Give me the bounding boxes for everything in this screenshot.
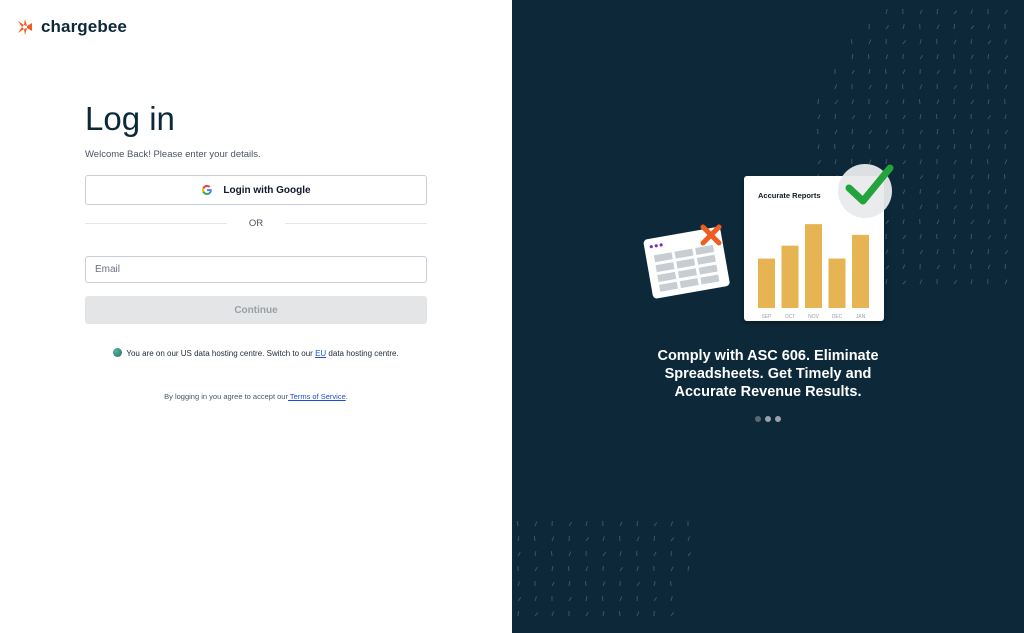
promo-headline: Comply with ASC 606. Eliminate Spreadshe… <box>512 347 1024 401</box>
carousel-dot[interactable] <box>765 416 771 422</box>
terms-suffix: . <box>345 392 348 401</box>
headline-line: Comply with ASC 606. Eliminate <box>657 348 879 364</box>
brand-logo[interactable]: chargebee <box>16 17 127 37</box>
terms-notice: By logging in you agree to accept our Te… <box>0 392 512 401</box>
headline-line: Spreadsheets. Get Timely and <box>664 366 872 382</box>
dash-pattern-decoration <box>516 520 692 617</box>
carousel-dot[interactable] <box>775 416 781 422</box>
or-divider: OR <box>85 216 427 230</box>
terms-prefix: By logging in you agree to accept our <box>164 392 288 401</box>
google-button-label: Login with Google <box>223 184 311 196</box>
reports-illustration: Accurate Reports SEP OCT NOV DEC JAN <box>637 160 907 330</box>
email-input[interactable] <box>85 256 427 283</box>
page-title: Log in <box>85 100 175 137</box>
page-subtitle: Welcome Back! Please enter your details. <box>85 149 261 160</box>
divider-line <box>85 222 227 224</box>
globe-icon <box>113 348 123 357</box>
eu-hosting-link[interactable]: EU <box>315 349 326 358</box>
chargebee-logo-icon <box>18 19 32 35</box>
hosting-notice: You are on our US data hosting centre. S… <box>0 348 512 358</box>
promo-panel: Accurate Reports SEP OCT NOV DEC JAN Comply … <box>512 0 1024 633</box>
continue-button[interactable]: Continue <box>85 296 427 324</box>
headline-line: Accurate Revenue Results. <box>674 384 862 400</box>
google-icon <box>202 185 213 195</box>
login-panel: chargebee Log in Welcome Back! Please en… <box>0 0 512 633</box>
login-with-google-button[interactable]: Login with Google <box>85 175 427 205</box>
carousel-dot[interactable] <box>755 416 761 422</box>
or-label: OR <box>248 217 264 229</box>
brand-name: chargebee <box>41 17 127 36</box>
hosting-prefix: You are on our US data hosting centre. S… <box>126 349 316 358</box>
divider-line <box>285 222 427 224</box>
carousel-dots <box>755 416 781 422</box>
terms-of-service-link[interactable]: Terms of Service <box>288 392 346 401</box>
checkmark-illustration <box>838 164 894 218</box>
hosting-suffix: data hosting centre. <box>326 349 399 358</box>
